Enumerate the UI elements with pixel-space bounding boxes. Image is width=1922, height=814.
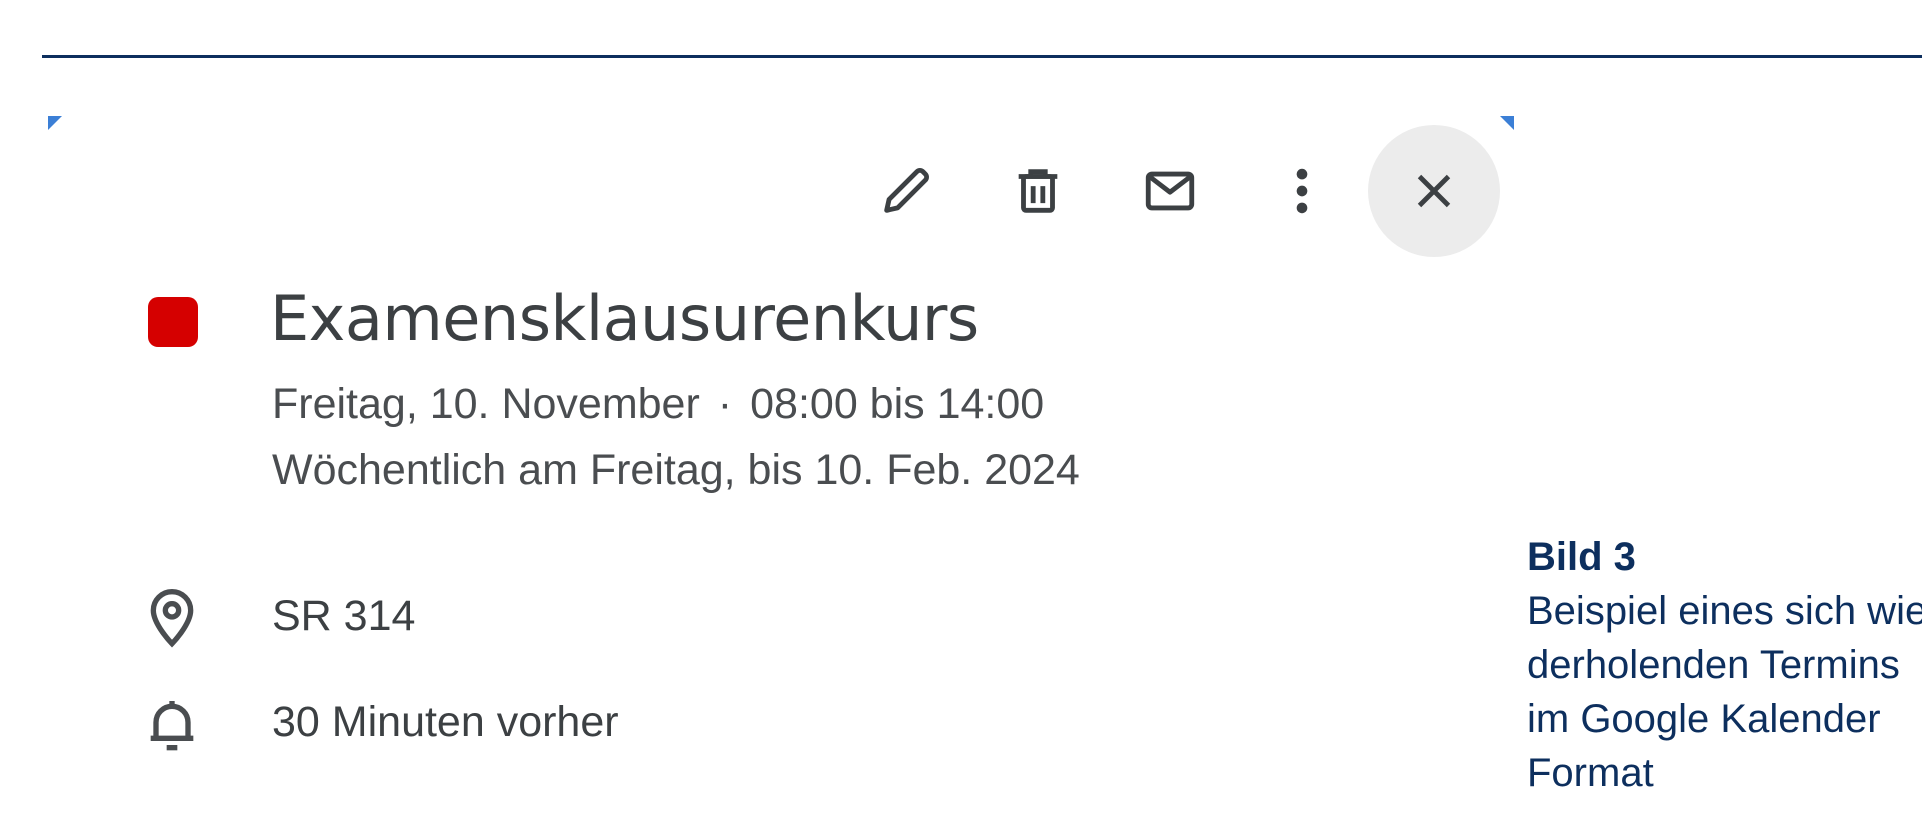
delete-button[interactable] [972,125,1104,257]
caption-line: Beispiel eines sich wie- [1527,589,1922,633]
crop-mark-left [48,116,62,130]
figure-caption: Bild 3 Beispiel eines sich wie- derholen… [1527,530,1922,800]
event-color-swatch [148,297,198,347]
notification-bell-icon [150,701,194,751]
pencil-icon [884,168,929,213]
trash-icon [1018,169,1058,213]
close-icon [1417,174,1451,208]
more-vert-icon [1296,168,1308,214]
location-icon [150,589,194,648]
event-toolbar [840,125,1500,257]
event-location: SR 314 [272,592,416,640]
caption-line: Format [1527,751,1654,795]
header-rule [42,55,1922,58]
crop-mark-right [1500,116,1514,130]
event-recurrence: Wöchentlich am Freitag, bis 10. Feb. 202… [272,446,1080,494]
event-notification: 30 Minuten vorher [272,698,619,746]
caption-line: im Google Kalender [1527,697,1881,741]
datetime-separator: · [717,380,733,428]
caption-line: derholenden Termins [1527,643,1900,687]
event-date: Freitag, 10. November [272,380,700,428]
edit-button[interactable] [840,125,972,257]
more-options-button[interactable] [1236,125,1368,257]
event-title: Examensklausurenkurs [270,282,979,355]
event-time: 08:00 bis 14:00 [750,380,1045,428]
event-datetime: Freitag, 10. November · 08:00 bis 14:00 [272,380,1044,429]
email-button[interactable] [1104,125,1236,257]
caption-title: Bild 3 [1527,535,1636,579]
mail-icon [1145,171,1195,211]
close-button[interactable] [1368,125,1500,257]
